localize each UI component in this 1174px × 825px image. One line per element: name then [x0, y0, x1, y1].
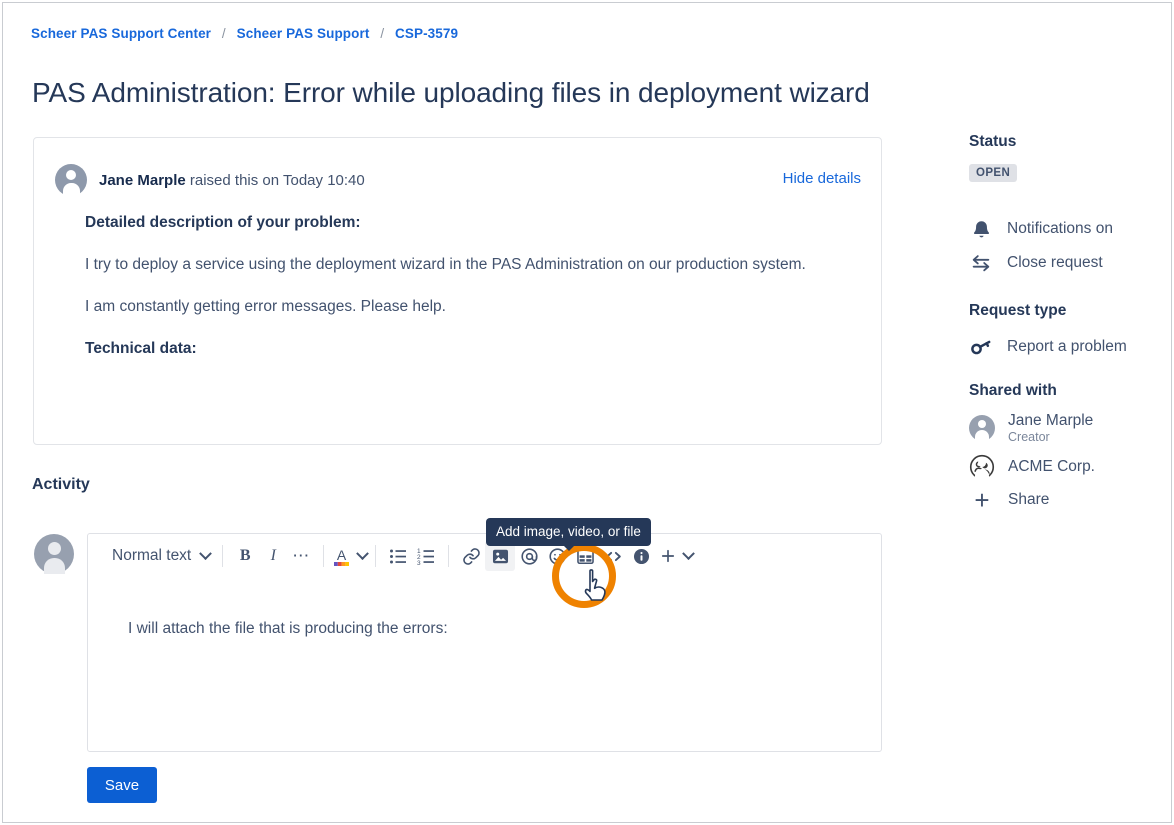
comment-text: I will attach the file that is producing…: [128, 620, 881, 638]
editor-toolbar: Normal text B I ⋯ A: [88, 534, 881, 578]
italic-icon[interactable]: I: [259, 540, 287, 572]
right-sidebar: Status OPEN Notifications on Close reque…: [969, 133, 1169, 516]
avatar: [969, 415, 995, 441]
text-color-glyph: A: [332, 546, 351, 567]
plus-glyph: [659, 547, 677, 565]
link-icon[interactable]: [457, 540, 485, 572]
raised-timestamp: raised this on Today 10:40: [186, 172, 365, 189]
breadcrumb-item-support[interactable]: Scheer PAS Support: [237, 26, 370, 41]
breadcrumb-item-support-center[interactable]: Scheer PAS Support Center: [31, 26, 211, 41]
breadcrumb-separator: /: [222, 26, 226, 41]
request-type-heading: Request type: [969, 302, 1169, 320]
status-badge[interactable]: OPEN: [969, 164, 1017, 182]
numbered-list-icon[interactable]: 1 2 3: [412, 540, 440, 572]
close-request-action[interactable]: Close request: [969, 246, 1169, 280]
avatar: [55, 164, 87, 196]
request-details-card: Jane Marple raised this on Today 10:40 H…: [33, 137, 882, 445]
toolbar-divider: [222, 545, 223, 567]
toolbar-divider: [323, 545, 324, 567]
key-icon: [969, 336, 993, 359]
toolbar-divider: [448, 545, 449, 567]
breadcrumb-separator: /: [380, 26, 384, 41]
svg-text:3: 3: [417, 560, 421, 566]
more-formatting-icon[interactable]: ⋯: [287, 540, 315, 572]
raised-by-line: Jane Marple raised this on Today 10:40: [99, 172, 365, 189]
request-type-value: Report a problem: [1007, 338, 1127, 356]
comment-body[interactable]: I will attach the file that is producing…: [88, 578, 881, 751]
shared-org-name: ACME Corp.: [1008, 458, 1095, 476]
status-heading: Status: [969, 133, 1169, 151]
hide-details-link[interactable]: Hide details: [783, 170, 861, 187]
technical-data-heading: Technical data:: [85, 340, 859, 358]
bell-icon: [969, 219, 993, 240]
text-style-dropdown[interactable]: Normal text: [112, 540, 214, 572]
shared-user-name: Jane Marple: [1008, 412, 1093, 430]
mouse-cursor-icon: [583, 569, 609, 606]
shared-user-role: Creator: [1008, 430, 1093, 444]
request-type-value-row: Report a problem: [969, 332, 1169, 362]
share-label: Share: [1008, 491, 1049, 509]
request-header: Jane Marple raised this on Today 10:40 H…: [55, 164, 861, 196]
description-paragraph-2: I am constantly getting error messages. …: [85, 297, 859, 316]
save-button[interactable]: Save: [87, 767, 157, 803]
text-color-icon[interactable]: A: [332, 540, 367, 572]
page-frame: Scheer PAS Support Center / Scheer PAS S…: [2, 2, 1172, 823]
bullet-list-icon[interactable]: [384, 540, 412, 572]
breadcrumb-item-issue-key[interactable]: CSP-3579: [395, 26, 458, 41]
chevron-down-icon: [682, 547, 695, 560]
swap-arrows-icon: [969, 252, 993, 274]
chevron-down-icon: [199, 547, 212, 560]
description-paragraph-1: I try to deploy a service using the depl…: [85, 255, 859, 274]
toolbar-divider: [375, 545, 376, 567]
page-title: PAS Administration: Error while uploadin…: [32, 77, 870, 109]
reporter-name: Jane Marple: [99, 172, 186, 189]
close-request-label: Close request: [1007, 254, 1103, 272]
notifications-action[interactable]: Notifications on: [969, 212, 1169, 246]
chevron-down-icon: [356, 547, 369, 560]
insert-more-icon[interactable]: [655, 540, 693, 572]
shared-with-heading: Shared with: [969, 382, 1169, 400]
description-heading: Detailed description of your problem:: [85, 214, 859, 232]
plus-icon: +: [969, 490, 995, 510]
request-description: Detailed description of your problem: I …: [85, 214, 859, 381]
shared-org-row: ACME Corp.: [969, 454, 1169, 480]
shared-user-row: Jane Marple Creator: [969, 412, 1169, 444]
activity-heading: Activity: [32, 476, 90, 494]
current-user-avatar: [34, 534, 74, 574]
breadcrumb: Scheer PAS Support Center / Scheer PAS S…: [31, 26, 458, 41]
comment-editor[interactable]: Normal text B I ⋯ A: [87, 533, 882, 752]
tooltip-add-image: Add image, video, or file: [486, 518, 651, 546]
svg-text:A: A: [337, 547, 347, 563]
organization-icon: [969, 454, 995, 480]
bold-icon[interactable]: B: [231, 540, 259, 572]
notifications-label: Notifications on: [1007, 220, 1113, 238]
share-action[interactable]: + Share: [969, 490, 1169, 510]
text-style-label: Normal text: [112, 547, 191, 565]
